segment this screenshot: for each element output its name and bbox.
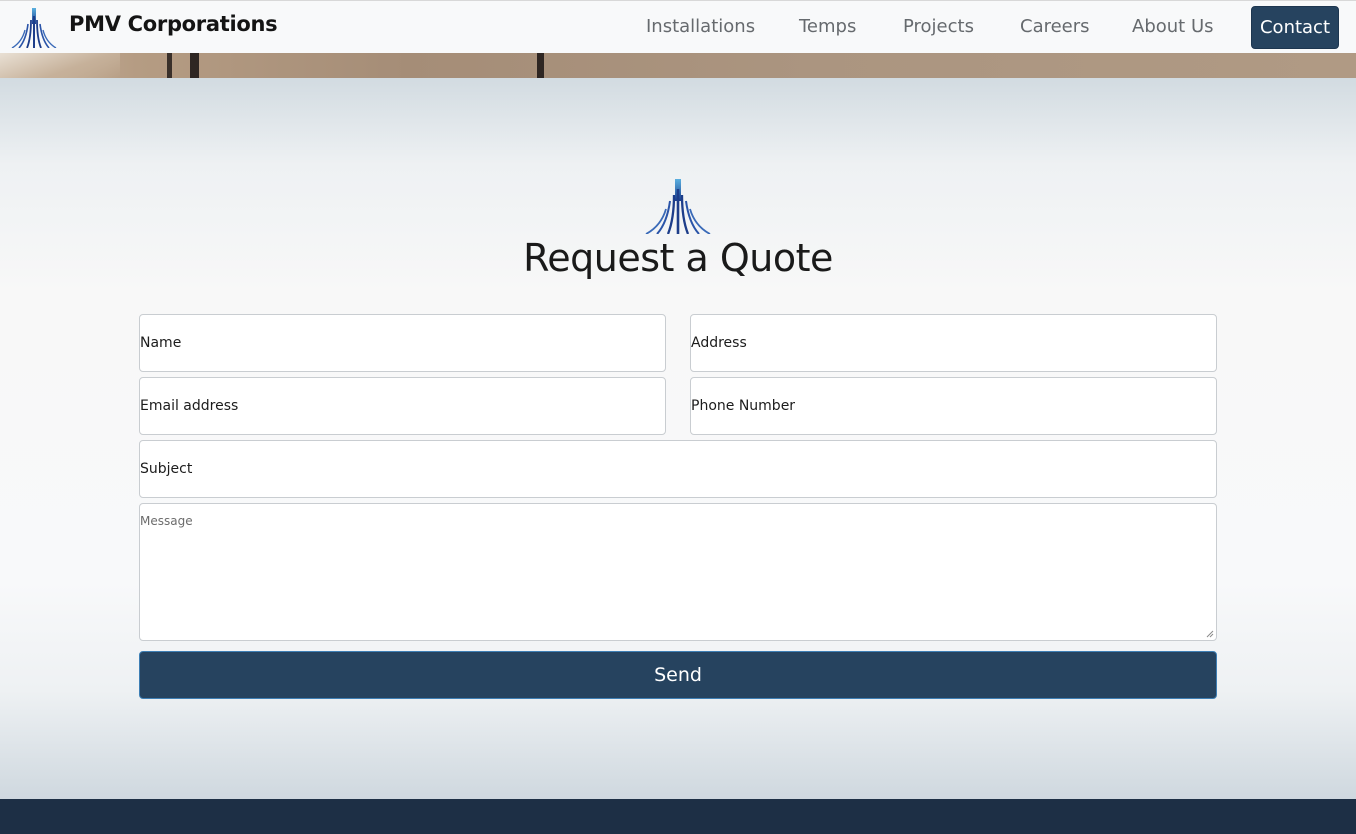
message-placeholder: Message (140, 514, 193, 528)
resize-handle-icon[interactable] (1206, 630, 1214, 638)
nav-link-temps[interactable]: Temps (799, 16, 856, 37)
name-placeholder: Name (140, 335, 182, 351)
message-textarea[interactable]: Message (139, 503, 1217, 641)
nav-link-installations[interactable]: Installations (646, 16, 755, 37)
name-field[interactable]: Name (139, 314, 666, 372)
subject-placeholder: Subject (140, 461, 193, 477)
quote-section: Request a Quote Name Address Email addre… (0, 78, 1356, 799)
pmv-logo-icon (11, 8, 57, 48)
nav-link-about-us[interactable]: About Us (1132, 16, 1214, 37)
nav-link-projects[interactable]: Projects (903, 16, 974, 37)
page-title: Request a Quote (523, 236, 833, 280)
address-placeholder: Address (691, 335, 747, 351)
phone-field[interactable]: Phone Number (690, 377, 1217, 435)
address-field[interactable]: Address (690, 314, 1217, 372)
footer (0, 799, 1356, 834)
email-field[interactable]: Email address (139, 377, 666, 435)
send-button[interactable]: Send (139, 651, 1217, 699)
email-placeholder: Email address (140, 398, 239, 414)
pmv-logo-icon (645, 179, 711, 234)
navbar: PMV Corporations Installations Temps Pro… (0, 0, 1356, 53)
hero-image-strip (0, 53, 1356, 78)
brand-name: PMV Corporations (69, 12, 278, 36)
contact-button[interactable]: Contact (1251, 6, 1339, 49)
subject-field[interactable]: Subject (139, 440, 1217, 498)
brand[interactable]: PMV Corporations (10, 8, 278, 48)
nav-link-careers[interactable]: Careers (1020, 16, 1090, 37)
phone-placeholder: Phone Number (691, 398, 796, 414)
